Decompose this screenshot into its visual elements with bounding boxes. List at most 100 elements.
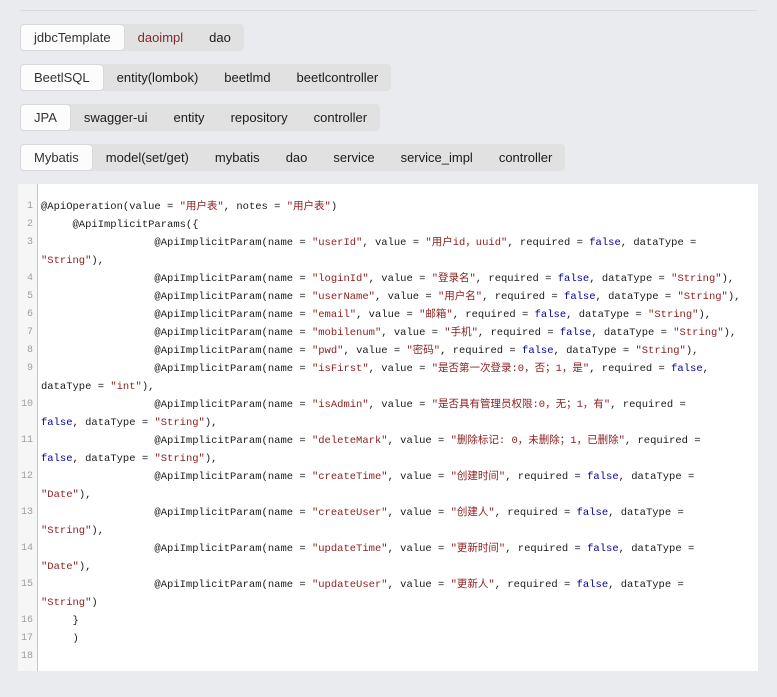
code-text: , required = xyxy=(495,579,577,591)
code-text: @ApiImplicitParam(name = xyxy=(41,507,312,519)
code-editor[interactable]: 1@ApiOperation(value = "用户表", notes = "用… xyxy=(18,184,758,671)
code-line: ) xyxy=(37,630,79,648)
line-number xyxy=(18,522,37,540)
code-row: false, dataType = "String"), xyxy=(18,450,758,468)
code-row: 6 @ApiImplicitParam(name = "email", valu… xyxy=(18,306,758,324)
code-string: "更新时间" xyxy=(451,543,506,555)
tab-dao[interactable]: dao xyxy=(273,144,321,171)
tab-model-set-get-[interactable]: model(set/get) xyxy=(93,144,202,171)
code-text: , required = xyxy=(478,327,560,339)
code-text: , value = xyxy=(343,345,406,357)
code-text: ), xyxy=(91,255,104,267)
code-text: ), xyxy=(686,345,699,357)
code-string: "用户表" xyxy=(287,201,331,213)
tab-list: model(set/get)mybatisdaoserviceservice_i… xyxy=(93,144,566,171)
code-string: "用户表" xyxy=(180,201,224,213)
code-text: ), xyxy=(205,453,218,465)
line-number: 2 xyxy=(18,216,37,234)
code-text: , required = xyxy=(625,435,701,447)
line-number xyxy=(18,414,37,432)
group-label-jpa[interactable]: JPA xyxy=(20,104,71,131)
group-label-beetlsql[interactable]: BeetlSQL xyxy=(20,64,104,91)
tab-service-impl[interactable]: service_impl xyxy=(388,144,486,171)
code-text: , required = xyxy=(505,471,587,483)
code-text: , dataType = xyxy=(621,237,703,249)
code-row: "String"), xyxy=(18,252,758,270)
tab-daoimpl[interactable]: daoimpl xyxy=(125,24,197,51)
code-string: "isFirst" xyxy=(312,363,369,375)
code-keyword: false xyxy=(522,345,554,357)
code-text: ), xyxy=(142,381,155,393)
tab-group-jdbctemplate: jdbcTemplatedaoimpldao xyxy=(20,24,777,51)
code-row: 13 @ApiImplicitParam(name = "createUser"… xyxy=(18,504,758,522)
tab-mybatis[interactable]: mybatis xyxy=(202,144,273,171)
code-text: @ApiImplicitParam(name = xyxy=(41,237,312,249)
line-number: 5 xyxy=(18,288,37,306)
code-keyword: false xyxy=(41,417,73,429)
code-text: , required = xyxy=(589,363,671,375)
code-keyword: false xyxy=(587,543,619,555)
code-row: false, dataType = "String"), xyxy=(18,414,758,432)
tab-controller[interactable]: controller xyxy=(486,144,565,171)
code-row: 10 @ApiImplicitParam(name = "isAdmin", v… xyxy=(18,396,758,414)
code-text: ), xyxy=(79,489,92,501)
tab-list: swagger-uientityrepositorycontroller xyxy=(71,104,380,131)
code-line xyxy=(37,648,41,666)
code-string: "updateTime" xyxy=(312,543,388,555)
code-line: "String"), xyxy=(37,522,104,540)
tab-beetlmd[interactable]: beetlmd xyxy=(211,64,283,91)
tab-repository[interactable]: repository xyxy=(218,104,301,131)
code-text: @ApiImplicitParam(name = xyxy=(41,327,312,339)
code-text: , dataType = xyxy=(619,543,695,555)
code-text: ), xyxy=(205,417,218,429)
code-text: , value = xyxy=(388,507,451,519)
code-string: "更新人" xyxy=(451,579,495,591)
code-string: "int" xyxy=(110,381,142,393)
tab-service[interactable]: service xyxy=(320,144,387,171)
code-line: @ApiOperation(value = "用户表", notes = "用户… xyxy=(37,198,337,216)
code-text: , value = xyxy=(369,399,432,411)
line-number: 8 xyxy=(18,342,37,360)
code-text: ) xyxy=(331,201,337,213)
code-string: "String" xyxy=(635,345,685,357)
code-line: @ApiImplicitParam(name = "isFirst", valu… xyxy=(37,360,709,378)
code-text: , dataType = xyxy=(619,471,695,483)
code-string: "email" xyxy=(312,309,356,321)
tab-pill: jdbcTemplatedaoimpldao xyxy=(20,24,244,51)
code-row: dataType = "int"), xyxy=(18,378,758,396)
code-text: , dataType = xyxy=(591,327,673,339)
tab-controller[interactable]: controller xyxy=(301,104,380,131)
code-row: "Date"), xyxy=(18,486,758,504)
code-line: false, dataType = "String"), xyxy=(37,450,217,468)
code-row: 11 @ApiImplicitParam(name = "deleteMark"… xyxy=(18,432,758,450)
code-text: @ApiImplicitParam(name = xyxy=(41,471,312,483)
group-label-mybatis[interactable]: Mybatis xyxy=(20,144,93,171)
code-text: ), xyxy=(698,309,711,321)
code-keyword: false xyxy=(587,471,619,483)
tab-entity-lombok-[interactable]: entity(lombok) xyxy=(104,64,212,91)
line-number: 4 xyxy=(18,270,37,288)
code-line: @ApiImplicitParam(name = "email", value … xyxy=(37,306,711,324)
line-number: 3 xyxy=(18,234,37,252)
code-row: 2 @ApiImplicitParams({ xyxy=(18,216,758,234)
group-label-jdbctemplate[interactable]: jdbcTemplate xyxy=(20,24,125,51)
code-string: "用户id，uuid" xyxy=(425,237,507,249)
code-line: "String"), xyxy=(37,252,104,270)
code-line: @ApiImplicitParam(name = "mobilenum", va… xyxy=(37,324,736,342)
code-string: "String" xyxy=(41,255,91,267)
tab-group-mybatis: Mybatismodel(set/get)mybatisdaoservicese… xyxy=(20,144,777,171)
tab-swagger-ui[interactable]: swagger-ui xyxy=(71,104,161,131)
code-string: "是否具有管理员权限:0，无；1，有" xyxy=(432,399,611,411)
line-number: 9 xyxy=(18,360,37,378)
line-number: 14 xyxy=(18,540,37,558)
code-text: ), xyxy=(722,273,735,285)
tab-entity[interactable]: entity xyxy=(160,104,217,131)
tab-beetlcontroller[interactable]: beetlcontroller xyxy=(284,64,392,91)
code-string: "deleteMark" xyxy=(312,435,388,447)
code-line: false, dataType = "String"), xyxy=(37,414,217,432)
code-text: , value = xyxy=(369,273,432,285)
code-text: ), xyxy=(79,561,92,573)
code-line: @ApiImplicitParam(name = "updateUser", v… xyxy=(37,576,684,594)
tab-dao[interactable]: dao xyxy=(196,24,244,51)
code-text: } xyxy=(41,615,79,627)
